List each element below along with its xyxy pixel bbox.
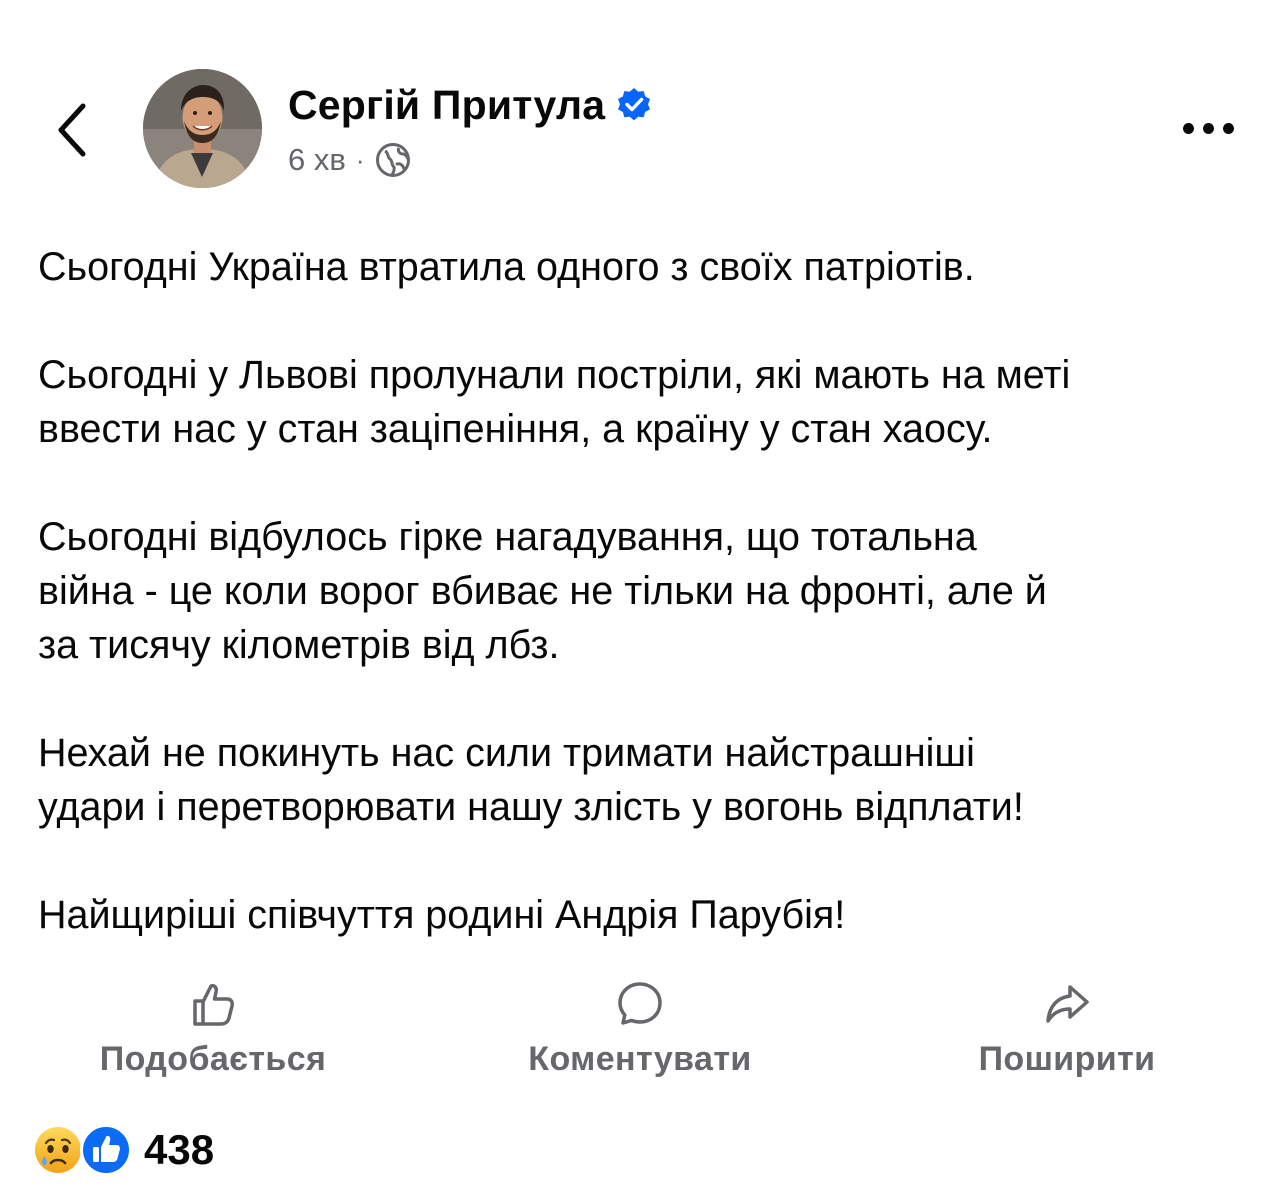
meta-separator: · <box>355 144 365 175</box>
post-meta: 6 хв · <box>288 138 411 182</box>
author-avatar[interactable] <box>143 69 262 188</box>
reactions-summary[interactable]: 438 <box>34 1124 214 1176</box>
post-text: Сьогодні Україна втратила одного з своїх… <box>38 240 1258 996</box>
more-dot <box>1202 122 1214 134</box>
post-timestamp[interactable]: 6 хв <box>288 142 346 178</box>
share-label: Поширити <box>978 1040 1156 1078</box>
like-label: Подобається <box>99 1040 327 1078</box>
author-name[interactable]: Сергій Притула <box>288 82 605 129</box>
back-button[interactable] <box>44 92 100 168</box>
comment-label: Коментувати <box>528 1040 752 1078</box>
more-options-button[interactable] <box>1172 104 1244 152</box>
like-reaction-icon <box>80 1124 132 1176</box>
post-paragraph: Сьогодні відбулось гірке нагадування, що… <box>38 515 1047 667</box>
thumbs-up-icon <box>187 978 239 1030</box>
reaction-count: 438 <box>144 1126 215 1173</box>
avatar-image <box>143 69 262 188</box>
like-button[interactable]: Подобається <box>86 978 340 1079</box>
chevron-left-icon <box>58 103 86 157</box>
verified-badge-icon <box>615 86 653 124</box>
post-paragraph: Нехай не покинуть нас сили тримати найст… <box>38 731 1024 829</box>
comment-bubble-icon <box>614 978 666 1030</box>
post-paragraph: Найщиріші співчуття родині Андрія Парубі… <box>38 893 846 937</box>
share-button[interactable]: Поширити <box>962 978 1172 1079</box>
sad-reaction-icon <box>35 1127 81 1173</box>
author-header: Сергій Притула <box>288 78 653 132</box>
more-dot <box>1222 122 1234 134</box>
post-action-bar: Подобається Коментувати Поширити <box>0 978 1280 1078</box>
more-dot <box>1182 122 1194 134</box>
comment-button[interactable]: Коментувати <box>510 978 770 1079</box>
share-arrow-icon <box>1041 978 1093 1030</box>
post-paragraph: Сьогодні Україна втратила одного з своїх… <box>38 245 975 289</box>
reaction-icons <box>34 1124 134 1176</box>
globe-icon[interactable] <box>375 142 411 178</box>
post-paragraph: Сьогодні у Львові пролунали постріли, як… <box>38 353 1071 451</box>
